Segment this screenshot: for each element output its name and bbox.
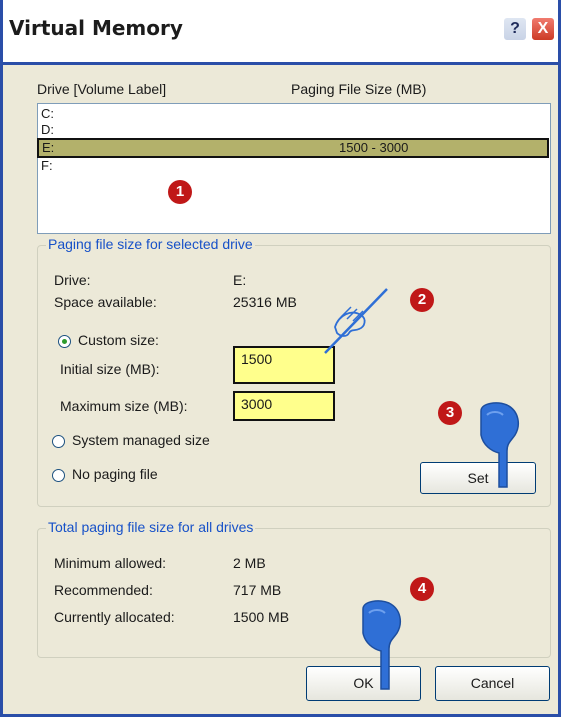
- drive-value: E:: [233, 272, 247, 288]
- space-available-value: 25316 MB: [233, 294, 297, 310]
- annotation-badge-3: 3: [438, 401, 462, 425]
- no-paging-file-label: No paging file: [72, 466, 158, 482]
- drive-letter: F:: [41, 158, 53, 173]
- drive-paging-size: 1500 - 3000: [339, 140, 409, 155]
- maximum-size-label: Maximum size (MB):: [60, 398, 188, 414]
- system-managed-label: System managed size: [72, 432, 210, 448]
- space-available-label: Space available:: [54, 294, 157, 310]
- drive-letter: E:: [42, 140, 55, 155]
- recommended-value: 717 MB: [233, 582, 282, 598]
- help-icon: ?: [510, 20, 520, 37]
- drive-letter: D:: [41, 122, 54, 137]
- drive-label: Drive:: [54, 272, 91, 288]
- annotation-badge-1: 1: [168, 180, 192, 204]
- drive-letter: C:: [41, 106, 54, 121]
- drive-row-e-selected[interactable]: E: 1500 - 3000: [37, 138, 549, 158]
- drive-list[interactable]: C: D: E: 1500 - 3000 F:: [37, 103, 551, 234]
- drive-row-d[interactable]: D:: [38, 122, 550, 138]
- initial-size-input[interactable]: 1500: [233, 346, 335, 384]
- group-title-selected-drive: Paging file size for selected drive: [46, 236, 255, 252]
- currently-allocated-label: Currently allocated:: [54, 609, 175, 625]
- drive-row-f[interactable]: F:: [38, 158, 550, 174]
- pointing-hand-icon: [480, 402, 520, 488]
- close-button[interactable]: X: [531, 17, 555, 41]
- close-icon: X: [537, 20, 549, 37]
- radio-selected-dot: [62, 339, 67, 344]
- cancel-button[interactable]: Cancel: [435, 666, 550, 701]
- recommended-label: Recommended:: [54, 582, 153, 598]
- group-title-totals: Total paging file size for all drives: [46, 519, 256, 535]
- custom-size-label: Custom size:: [78, 332, 159, 348]
- no-paging-file-radio[interactable]: [52, 469, 65, 482]
- initial-size-label: Initial size (MB):: [60, 361, 160, 377]
- minimum-allowed-label: Minimum allowed:: [54, 555, 167, 571]
- column-header-drive: Drive [Volume Label]: [37, 81, 167, 97]
- pointing-hand-icon: [362, 600, 402, 690]
- pen-hand-icon: [324, 288, 388, 354]
- dialog-content: Drive [Volume Label] Paging File Size (M…: [3, 65, 558, 714]
- column-header-paging-size: Paging File Size (MB): [291, 81, 427, 97]
- maximum-size-input[interactable]: 3000: [233, 391, 335, 421]
- title-bar: Virtual Memory ? X: [3, 0, 558, 62]
- window-title: Virtual Memory: [9, 16, 183, 40]
- system-managed-radio[interactable]: [52, 435, 65, 448]
- annotation-badge-4: 4: [410, 577, 434, 601]
- drive-row-c[interactable]: C:: [38, 106, 550, 122]
- total-paging-group: Total paging file size for all drives Mi…: [37, 519, 551, 658]
- virtual-memory-dialog: Virtual Memory ? X Drive [Volume Label] …: [0, 0, 561, 717]
- help-button[interactable]: ?: [503, 17, 527, 41]
- currently-allocated-value: 1500 MB: [233, 609, 290, 625]
- custom-size-radio[interactable]: [58, 335, 71, 348]
- annotation-badge-2: 2: [410, 288, 434, 312]
- minimum-allowed-value: 2 MB: [233, 555, 266, 571]
